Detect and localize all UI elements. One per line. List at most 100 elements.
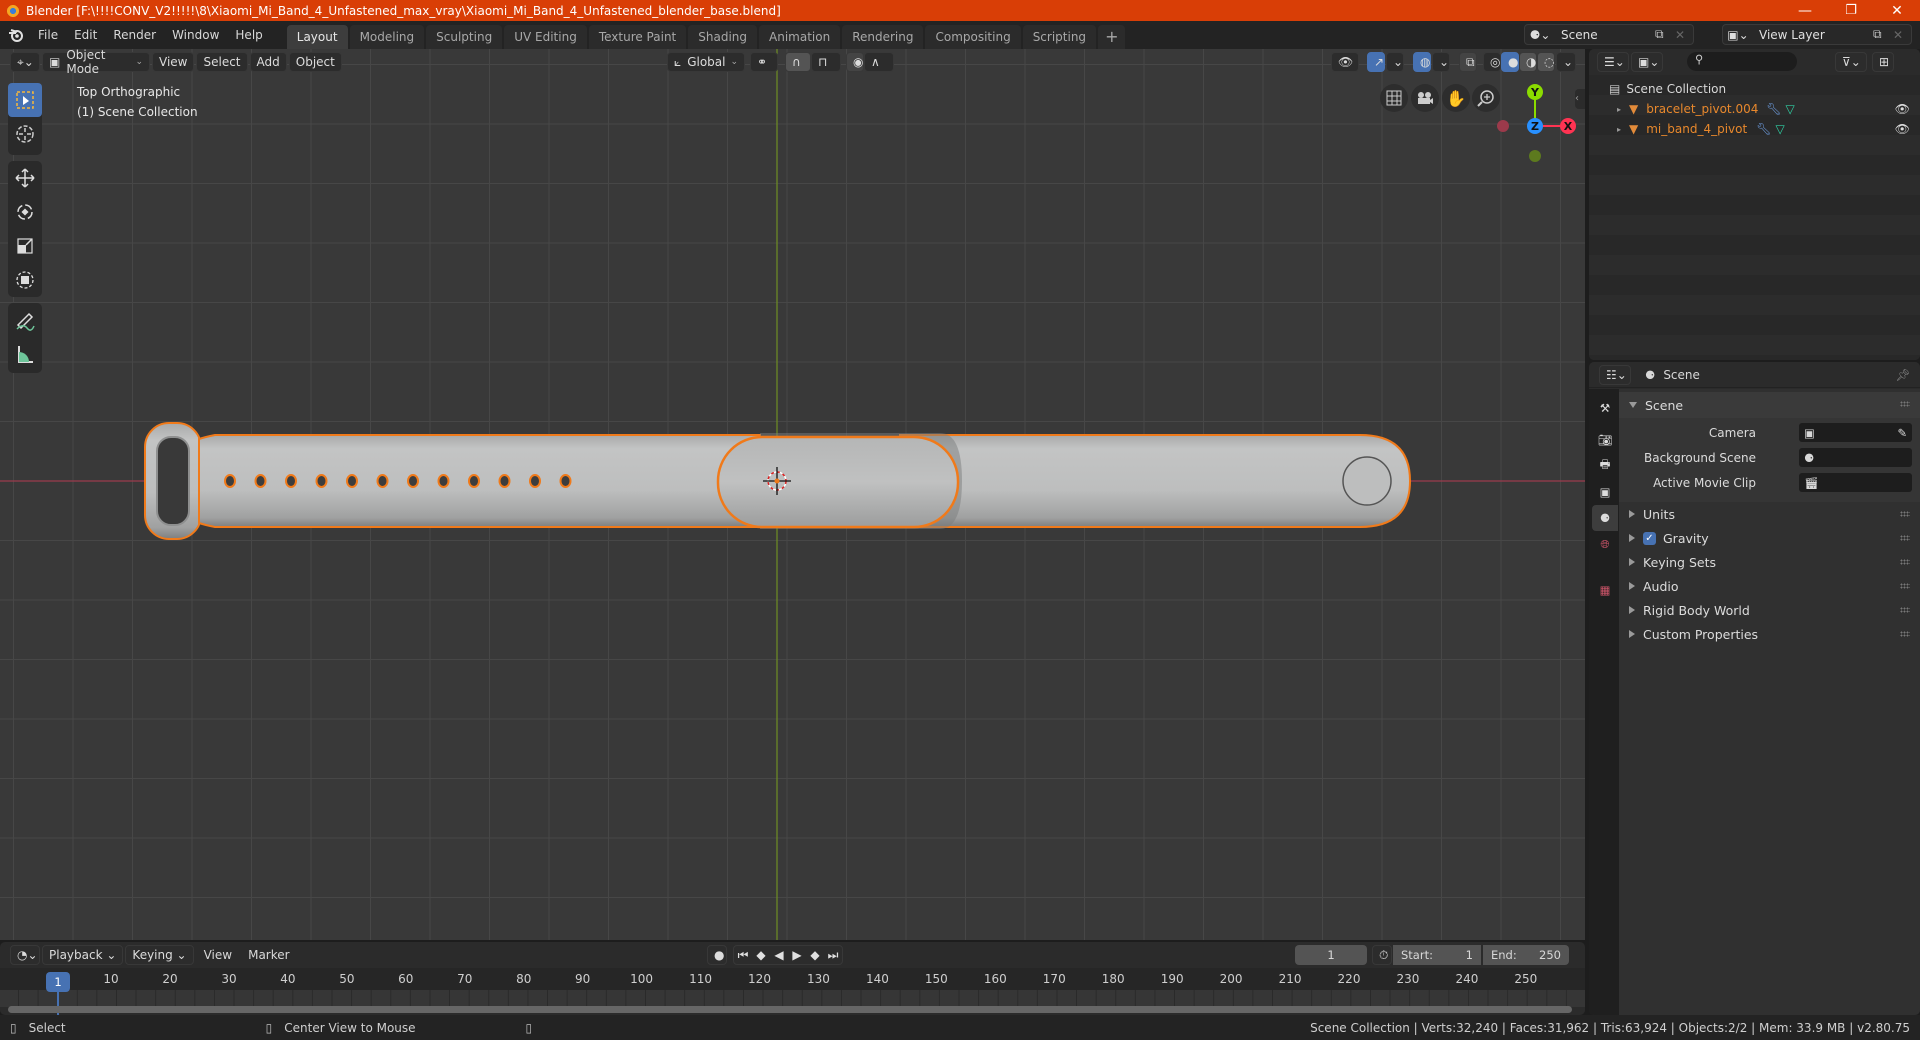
eyedropper-icon[interactable]: ✎ [1897,426,1907,440]
drag-handle-icon[interactable] [1900,401,1910,407]
minimize-button[interactable]: — [1782,0,1828,21]
texture-tab-icon[interactable]: ▦ [1592,577,1618,603]
select-box-tool[interactable] [8,83,42,117]
start-frame-field[interactable]: Start: 1 [1393,945,1481,965]
menu-add[interactable]: Add [249,52,287,72]
drag-handle-icon[interactable] [1900,607,1910,613]
menu-view[interactable]: View [196,944,240,966]
outliner-item[interactable]: ▸ ▼ bracelet_pivot.004 🔧︎ ▽ 👁︎ [1589,99,1920,119]
remove-view-layer-icon[interactable]: ✕ [1893,28,1911,42]
expand-arrow-icon[interactable]: ▸ [1617,105,1629,114]
tab-modeling[interactable]: Modeling [349,25,425,49]
scale-tool[interactable] [8,229,42,263]
tab-sculpting[interactable]: Sculpting [426,25,503,49]
background-scene-field[interactable]: ⚈ [1799,448,1912,467]
tab-layout[interactable]: Layout [286,25,348,49]
toggle-camera-ortho-icon[interactable] [1380,84,1408,112]
duplicate-scene-icon[interactable]: ⧉ [1655,27,1675,42]
menu-view[interactable]: View [152,52,195,72]
outliner-root[interactable]: ▤ Scene Collection [1589,79,1920,99]
output-tab-icon[interactable]: 🖶︎ [1592,453,1618,479]
playhead[interactable]: 1 [46,972,70,992]
mode-selector[interactable]: ▣ Object Mode ⌄ [42,48,150,76]
rotate-tool[interactable] [8,195,42,229]
preview-range-icon[interactable]: ⏱ [1372,945,1392,965]
remove-scene-icon[interactable]: ✕ [1675,28,1693,42]
annotate-tool[interactable] [8,303,42,337]
gizmo-x-axis[interactable]: X [1560,118,1576,134]
properties-editor-type-icon[interactable]: ☷⌄ [1599,364,1631,385]
filter-icon[interactable]: ⊽⌄ [1835,52,1867,72]
transform-tool[interactable] [8,263,42,297]
overlay-toggle-icon[interactable]: ◍ [1413,52,1431,72]
audio-panel[interactable]: Audio [1619,574,1920,598]
display-mode-icon[interactable]: ▣⌄ [1631,52,1663,72]
gizmo-z-axis[interactable]: Z [1527,118,1543,134]
view-layer-tab-icon[interactable]: ▣ [1592,479,1618,505]
menu-select[interactable]: Select [196,52,248,72]
gizmo-y-axis[interactable]: Y [1527,84,1543,100]
tab-texture-paint[interactable]: Texture Paint [588,25,687,49]
tab-uv-editing[interactable]: UV Editing [504,25,587,49]
maximize-button[interactable]: ❐ [1828,0,1874,21]
snap-toggle-icon[interactable]: ∩ [785,52,811,72]
gizmo-neg-x-axis[interactable] [1497,120,1509,132]
drag-handle-icon[interactable] [1900,631,1910,637]
menu-window[interactable]: Window [164,24,227,46]
cursor-tool[interactable] [8,117,42,151]
prev-keyframe-icon[interactable]: ◆ [752,946,770,964]
menu-render[interactable]: Render [105,24,164,46]
menu-file[interactable]: File [30,24,66,46]
camera-view-icon[interactable] [1411,84,1439,112]
next-keyframe-icon[interactable]: ◆ [806,946,824,964]
menu-help[interactable]: Help [227,24,270,46]
outliner-search-input[interactable]: ⚲ [1687,52,1797,71]
scene-panel-header[interactable]: Scene [1619,392,1920,418]
solid-shading-icon[interactable]: ● [1501,52,1519,72]
wireframe-shading-icon[interactable]: ◎ [1483,52,1501,72]
visibility-selector-icon[interactable]: 👁 [1331,52,1359,72]
blender-menu-icon[interactable] [8,28,30,42]
outliner-item[interactable]: ▸ ▼ mi_band_4_pivot 🔧︎ ▽ 👁︎ [1589,119,1920,139]
drag-handle-icon[interactable] [1900,583,1910,589]
tab-scripting[interactable]: Scripting [1022,25,1097,49]
overlay-dropdown-icon[interactable]: ⌄ [1432,52,1450,72]
xray-toggle-icon[interactable]: ⧉ [1459,52,1477,72]
menu-playback[interactable]: Playback ⌄ [42,945,124,965]
pivot-point-icon[interactable]: ⚭ [750,52,778,72]
timeline-track-area[interactable] [0,990,1585,1007]
duplicate-view-layer-icon[interactable]: ⧉ [1873,27,1893,42]
material-shading-icon[interactable]: ◑ [1519,52,1537,72]
tab-rendering[interactable]: Rendering [842,25,924,49]
camera-field[interactable]: ▣ ✎ [1799,423,1912,442]
play-reverse-icon[interactable]: ◀ [770,946,788,964]
rigid-body-world-panel[interactable]: Rigid Body World [1619,598,1920,622]
scene-selector[interactable]: ⚈⌄ Scene ⧉ ✕ [1524,24,1694,45]
units-panel[interactable]: Units [1619,502,1920,526]
drag-handle-icon[interactable] [1900,559,1910,565]
pin-icon[interactable]: 📌︎ [1895,368,1910,382]
snap-target-icon[interactable]: ⊓ [811,52,841,72]
pan-view-icon[interactable]: ✋ [1442,84,1470,112]
world-tab-icon[interactable]: 🌐︎ [1592,531,1618,557]
measure-tool[interactable] [8,337,42,371]
zoom-view-icon[interactable] [1472,84,1500,112]
gravity-checkbox[interactable]: ✓ [1643,531,1656,545]
proportional-edit-icon[interactable]: ◉ [846,52,864,72]
sidebar-toggle-icon[interactable]: ‹ [1575,89,1585,109]
drag-handle-icon[interactable] [1900,511,1910,517]
tab-shading[interactable]: Shading [688,25,757,49]
shading-dropdown-icon[interactable]: ⌄ [1556,52,1576,72]
gizmo-neg-y-axis[interactable] [1529,150,1541,162]
eye-icon[interactable]: 👁︎ [1895,102,1910,116]
timeline-editor-type-icon[interactable]: ◔⌄ [10,945,40,965]
menu-keying[interactable]: Keying ⌄ [125,945,194,965]
move-tool[interactable] [8,161,42,195]
menu-marker[interactable]: Marker [240,944,297,966]
tab-animation[interactable]: Animation [759,25,841,49]
jump-start-icon[interactable]: ⏮ [734,946,752,964]
falloff-icon[interactable]: ∧ [864,52,894,72]
transform-orientation-selector[interactable]: ⟀ Global ⌄ [667,52,745,72]
end-frame-field[interactable]: End: 250 [1483,945,1569,965]
menu-edit[interactable]: Edit [66,24,105,46]
